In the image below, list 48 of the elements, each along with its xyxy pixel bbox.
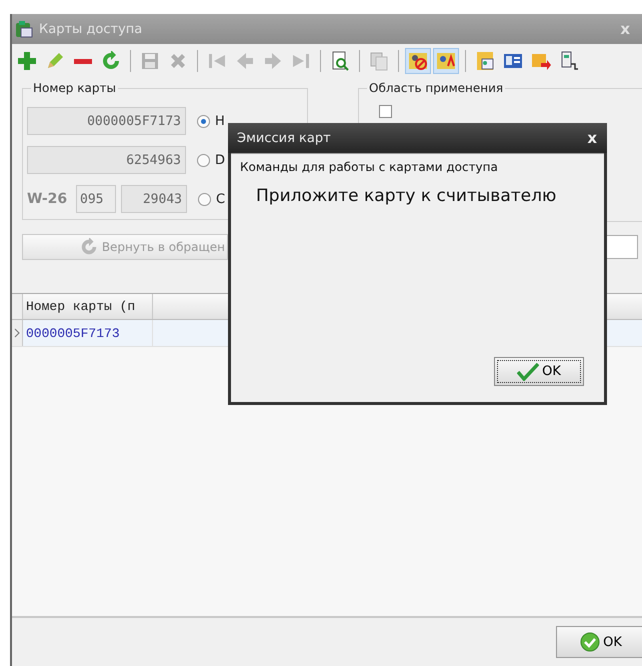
card-folder-icon xyxy=(475,51,495,71)
previous-icon xyxy=(235,51,255,71)
plus-icon xyxy=(17,51,37,71)
restore-button[interactable]: Вернуть в обращен xyxy=(22,234,228,260)
document-search-icon xyxy=(330,51,350,71)
copy-icon xyxy=(369,51,389,71)
ok-button[interactable]: OK xyxy=(494,357,584,386)
card-number-field[interactable]: 0000005F7173 xyxy=(27,107,186,135)
dialog-title: Эмиссия карт xyxy=(237,130,331,146)
radio-button[interactable] xyxy=(198,192,211,206)
group-title: Область применения xyxy=(367,81,506,95)
dialog-message: Приложите карту к считывателю xyxy=(255,185,558,206)
radio-button[interactable] xyxy=(197,114,210,128)
facility-code-field[interactable]: 095 xyxy=(76,185,116,213)
id-card-icon xyxy=(503,51,523,71)
app-icon xyxy=(15,20,33,38)
last-record-icon xyxy=(291,51,311,71)
toolbar-button[interactable] xyxy=(433,48,459,74)
first-record-icon xyxy=(207,51,227,71)
refresh-icon xyxy=(80,238,98,256)
check-icon xyxy=(517,362,540,380)
window-title: Карты доступа xyxy=(39,22,144,36)
ok-button[interactable]: OK xyxy=(556,626,642,658)
person-letter-icon xyxy=(436,51,456,71)
refresh-icon xyxy=(101,51,121,71)
card-number-field[interactable]: 6254963 xyxy=(27,146,186,174)
next-icon xyxy=(263,51,283,71)
radio-label: D xyxy=(215,152,226,168)
table-cell: 0000005F7173 xyxy=(23,320,153,346)
dialog-subtitle: Команды для работы с картами доступа xyxy=(231,153,604,174)
pencil-icon xyxy=(45,51,65,71)
card-export-icon xyxy=(531,51,551,71)
checkbox[interactable] xyxy=(379,105,392,118)
column-header[interactable]: Номер карты (п xyxy=(23,294,153,319)
toolbar-button[interactable] xyxy=(405,48,431,74)
radio-button[interactable] xyxy=(197,154,210,166)
radio-label: С xyxy=(216,192,226,206)
minus-icon xyxy=(74,58,92,64)
current-row-icon xyxy=(14,328,20,338)
person-card-icon xyxy=(408,51,428,71)
check-icon xyxy=(580,632,600,652)
radio-label: Н xyxy=(215,114,225,128)
card-code-field[interactable]: 29043 xyxy=(121,185,187,213)
save-icon xyxy=(140,51,160,71)
close-button[interactable]: x xyxy=(577,129,607,147)
group-title: Номер карты xyxy=(31,81,118,95)
card-reader-icon xyxy=(559,51,579,71)
format-label: W-26 xyxy=(27,191,68,207)
